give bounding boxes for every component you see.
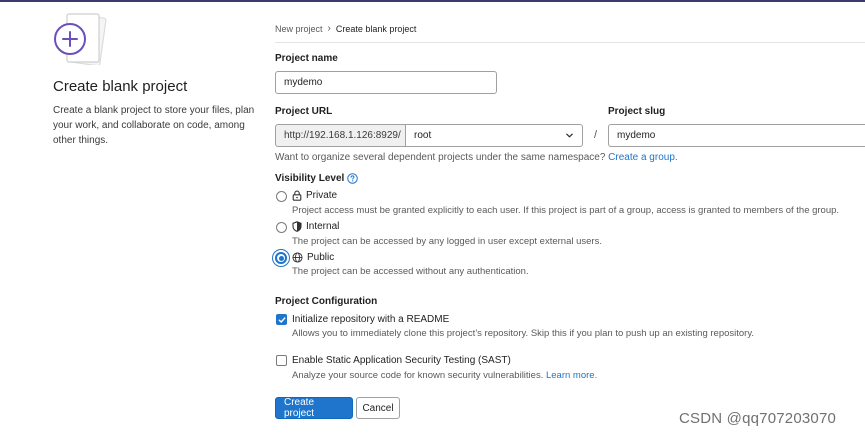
visibility-internal-radio[interactable] (276, 222, 287, 233)
visibility-public-text: Public (307, 252, 335, 263)
namespace-help-text: Want to organize several dependent proje… (275, 152, 606, 163)
project-url-prefix: http://192.168.1.126:8929/ (275, 124, 406, 147)
sast-checkbox[interactable] (276, 355, 287, 366)
url-slug-separator: / (594, 129, 598, 141)
project-slug-input[interactable]: mydemo (608, 124, 865, 147)
watermark: CSDN @qq707203070 (679, 410, 837, 427)
visibility-public-radio[interactable] (275, 252, 287, 264)
chevron-down-icon (566, 133, 573, 138)
chevron-right-icon: › (327, 23, 331, 34)
breadcrumb-new-project[interactable]: New project (275, 24, 323, 34)
create-group-link[interactable]: Create a group. (608, 152, 678, 163)
visibility-internal-text: Internal (306, 221, 340, 232)
visibility-private-description: Project access must be granted explicitl… (292, 205, 840, 216)
readme-description: Allows you to immediately clone this pro… (292, 328, 755, 339)
sast-label[interactable]: Enable Static Application Security Testi… (292, 355, 511, 366)
visibility-internal-description: The project can be accessed by any logge… (292, 236, 602, 247)
project-url-label: Project URL (275, 106, 333, 117)
divider (275, 42, 865, 43)
readme-checkbox[interactable] (276, 314, 287, 325)
visibility-public-focus-ring (275, 252, 287, 264)
new-project-illustration-icon (54, 13, 107, 65)
checkmark-icon (278, 316, 285, 323)
namespace-select[interactable]: root (405, 124, 583, 147)
project-configuration-label: Project Configuration (275, 296, 378, 307)
visibility-private-radio[interactable] (276, 191, 287, 202)
project-name-label: Project name (275, 53, 338, 64)
visibility-private-label[interactable]: Private (292, 190, 337, 201)
readme-label[interactable]: Initialize repository with a README (292, 314, 449, 325)
project-name-value: mydemo (284, 77, 323, 88)
create-project-button[interactable]: Create project (275, 397, 353, 419)
lock-icon (292, 190, 302, 201)
project-name-input[interactable]: mydemo (275, 71, 497, 94)
project-slug-label: Project slug (608, 106, 666, 117)
visibility-level-label: Visibility Level (275, 173, 359, 184)
visibility-level-text: Visibility Level (275, 173, 345, 184)
question-circle-icon[interactable] (347, 173, 359, 184)
shield-icon (292, 221, 302, 232)
project-slug-value: mydemo (617, 130, 656, 141)
visibility-public-description: The project can be accessed without any … (292, 266, 529, 277)
breadcrumb: New project › Create blank project (275, 23, 416, 34)
sast-description: Analyze your source code for known secur… (292, 370, 597, 381)
globe-icon (292, 252, 303, 263)
page-description: Create a blank project to store your fil… (53, 105, 255, 146)
sast-description-text: Analyze your source code for known secur… (292, 370, 544, 381)
page-title: Create blank project (53, 78, 188, 95)
cancel-button[interactable]: Cancel (356, 397, 400, 419)
visibility-internal-label[interactable]: Internal (292, 221, 339, 232)
top-header-bar (0, 0, 865, 2)
namespace-value: root (414, 130, 432, 141)
breadcrumb-current: Create blank project (335, 23, 417, 34)
namespace-help: Want to organize several dependent proje… (275, 152, 678, 163)
learn-more-link[interactable]: Learn more. (546, 370, 597, 381)
visibility-private-text: Private (306, 190, 338, 201)
visibility-public-label[interactable]: Public (292, 252, 334, 263)
